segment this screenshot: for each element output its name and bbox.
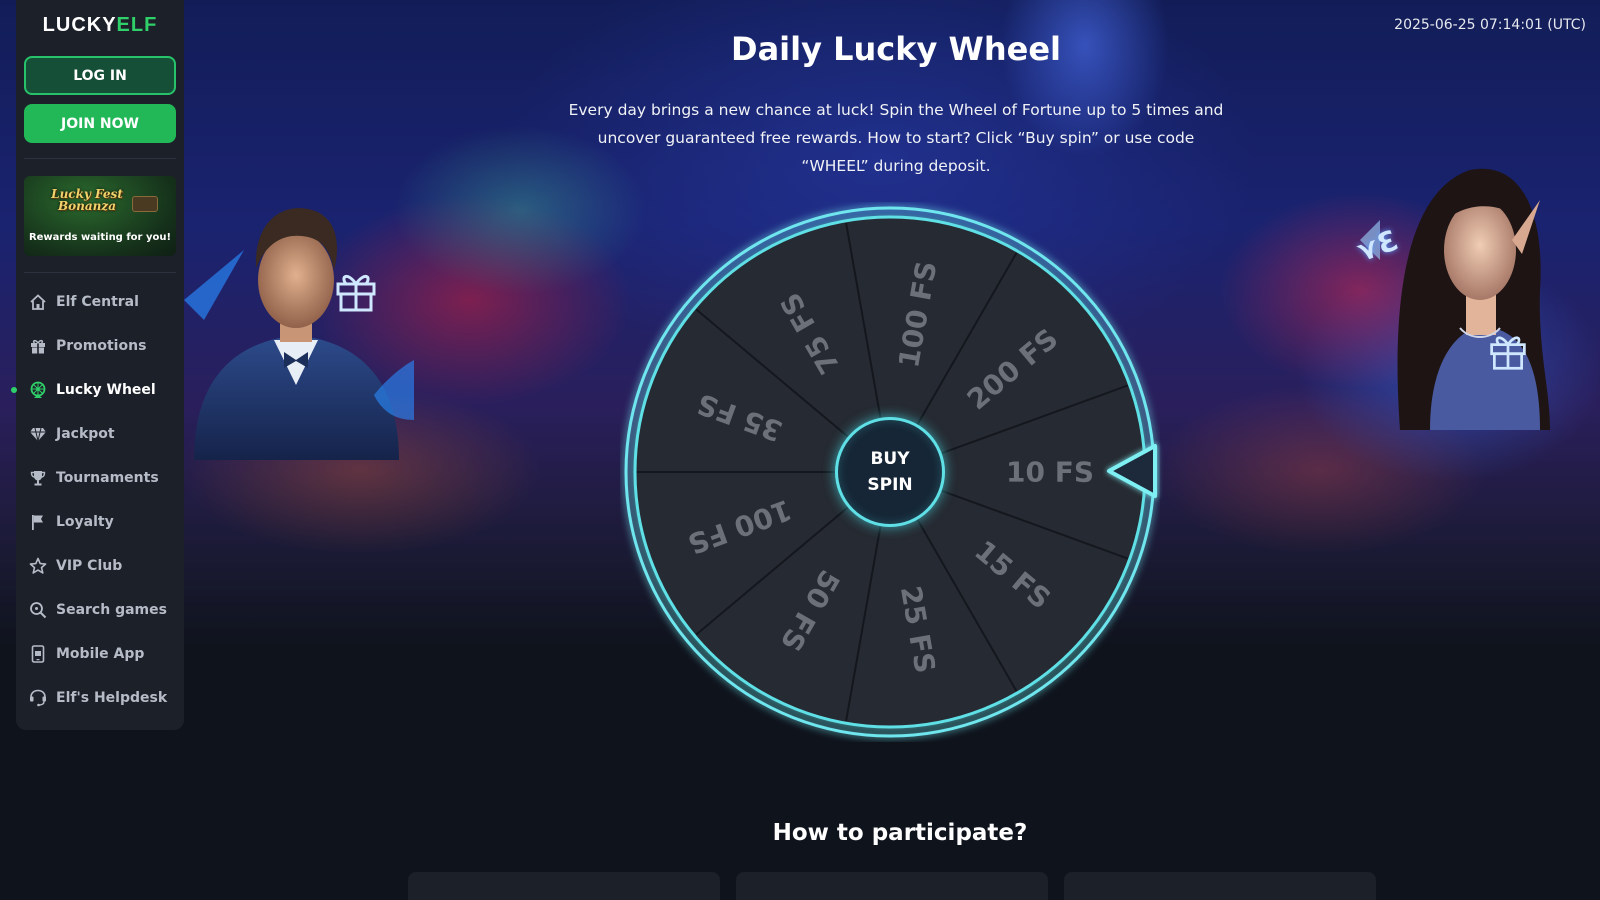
server-timestamp: 2025-06-25 07:14:01 (UTC) [1394, 17, 1586, 33]
sidebar-nav: Elf Central Promotions Lucky Wheel Jackp… [11, 280, 184, 720]
sidebar-item-label: Jackpot [56, 426, 115, 442]
wheel-segment-label: 10 FS [1006, 456, 1094, 489]
trophy-icon [29, 469, 47, 487]
helpdesk-icon [29, 689, 47, 707]
gift-icon [1490, 336, 1526, 370]
promo-banner-title: Lucky Fest Bonanza [42, 188, 132, 212]
participate-step-card [736, 872, 1048, 900]
sidebar-item-label: Tournaments [56, 470, 159, 486]
promo-banner[interactable]: Lucky Fest Bonanza Rewards waiting for y… [24, 176, 176, 256]
sidebar-item-label: Elf Central [56, 294, 139, 310]
promo-title-line2: Bonanza [58, 199, 116, 213]
star-icon [29, 557, 47, 575]
sidebar: LUCKYELF LOG IN JOIN NOW Lucky Fest Bona… [11, 0, 184, 730]
gentleman-character-illustration [184, 180, 414, 460]
search-icon [29, 601, 47, 619]
page-description: Every day brings a new chance at luck! S… [568, 101, 1224, 175]
flag-icon [29, 513, 47, 531]
sidebar-item-search-games[interactable]: Search games [16, 588, 184, 632]
page-title: Daily Lucky Wheel [731, 30, 1061, 68]
divider [24, 158, 176, 159]
sidebar-item-label: Mobile App [56, 646, 145, 662]
sidebar-item-label: Elf's Helpdesk [56, 690, 168, 706]
sidebar-item-jackpot[interactable]: Jackpot [16, 412, 184, 456]
sidebar-item-mobile-app[interactable]: Mobile App [16, 632, 184, 676]
buy-spin-line2: SPIN [867, 475, 913, 495]
sidebar-item-label: VIP Club [56, 558, 123, 574]
divider [24, 272, 176, 273]
buy-spin-line1: BUY [870, 449, 910, 469]
mobile-app-icon [29, 645, 47, 663]
login-button[interactable]: LOG IN [24, 56, 176, 95]
sidebar-item-promotions[interactable]: Promotions [16, 324, 184, 368]
treasure-chest-icon [132, 196, 158, 212]
diamond-icon [29, 425, 47, 443]
sidebar-item-label: Lucky Wheel [56, 382, 156, 398]
elf-character-illustration: ⋎ℇ [1350, 150, 1590, 431]
sidebar-item-loyalty[interactable]: Loyalty [16, 500, 184, 544]
sidebar-item-label: Promotions [56, 338, 147, 354]
wheel-pointer-icon [1107, 444, 1157, 498]
lucky-wheel: 10 FS 15 FS 25 FS 50 FS 100 FS 35 FS 75 FS 100 … [620, 202, 1160, 742]
participate-step-card [1064, 872, 1376, 900]
logo[interactable]: LUCKYELF [16, 14, 184, 37]
sidebar-item-label: Loyalty [56, 514, 114, 530]
promo-banner-caption: Rewards waiting for you! [28, 232, 172, 243]
sidebar-item-elfs-helpdesk[interactable]: Elf's Helpdesk [16, 676, 184, 720]
gift-icon [29, 337, 47, 355]
logo-lucky: LUCKY [42, 14, 117, 36]
gift-icon [336, 275, 376, 312]
sidebar-item-vip-club[interactable]: VIP Club [16, 544, 184, 588]
sidebar-item-elf-central[interactable]: Elf Central [16, 280, 184, 324]
sidebar-item-tournaments[interactable]: Tournaments [16, 456, 184, 500]
sidebar-item-label: Search games [56, 602, 167, 618]
how-to-participate-heading: How to participate? [772, 820, 1028, 846]
participate-step-card [408, 872, 720, 900]
logo-elf: ELF [116, 14, 158, 36]
sidebar-item-lucky-wheel[interactable]: Lucky Wheel [11, 368, 184, 412]
join-now-button[interactable]: JOIN NOW [24, 104, 176, 143]
home-icon [29, 293, 47, 311]
buy-spin-button[interactable]: BUY SPIN [835, 417, 945, 527]
active-indicator-dot [11, 387, 17, 393]
wheel-icon [29, 381, 47, 399]
